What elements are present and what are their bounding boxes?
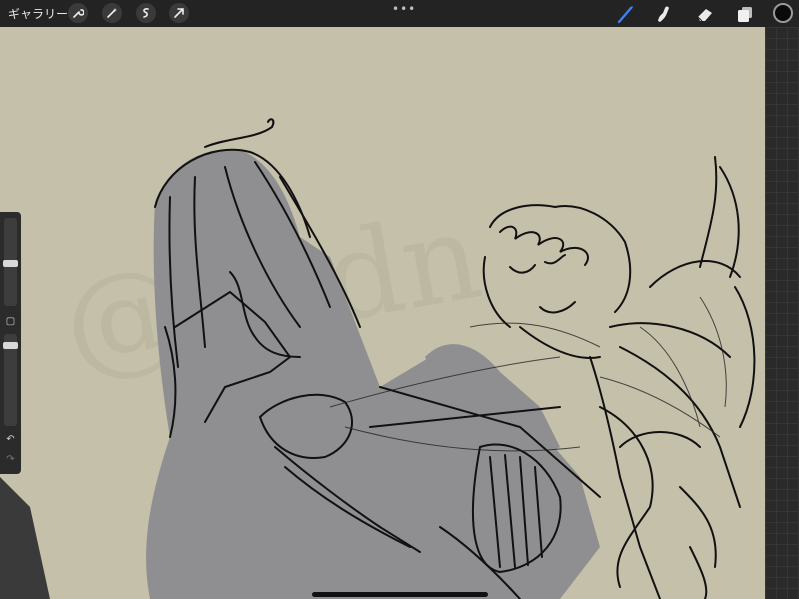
right-edge-area <box>765 27 799 599</box>
undo-button[interactable]: ↶ <box>4 433 17 446</box>
transform-icon[interactable] <box>169 3 189 23</box>
brush-icon[interactable] <box>616 4 636 24</box>
home-indicator <box>312 592 488 597</box>
sketch-artwork: @kkdn <box>0 118 756 599</box>
magic-wand-icon[interactable] <box>102 3 122 23</box>
top-toolbar: ギャラリー ••• <box>0 0 799 27</box>
gallery-button[interactable]: ギャラリー <box>8 5 68 22</box>
layers-icon[interactable] <box>735 4 755 24</box>
wrench-icon[interactable] <box>68 3 88 23</box>
redo-button[interactable]: ↷ <box>4 453 17 466</box>
brush-size-thumb[interactable] <box>3 260 18 267</box>
drawing-canvas[interactable]: @kkdn <box>0 27 765 599</box>
selection-icon[interactable] <box>136 3 156 23</box>
dark-corner-shape <box>0 477 50 599</box>
color-picker-button[interactable] <box>773 3 793 23</box>
modify-button[interactable]: ▢ <box>4 315 17 328</box>
eraser-icon[interactable] <box>695 4 715 24</box>
side-bar: ▢ ↶ ↷ <box>0 212 21 474</box>
opacity-thumb[interactable] <box>3 342 18 349</box>
smudge-icon[interactable] <box>654 4 674 24</box>
actions-menu-dots[interactable]: ••• <box>392 2 416 16</box>
